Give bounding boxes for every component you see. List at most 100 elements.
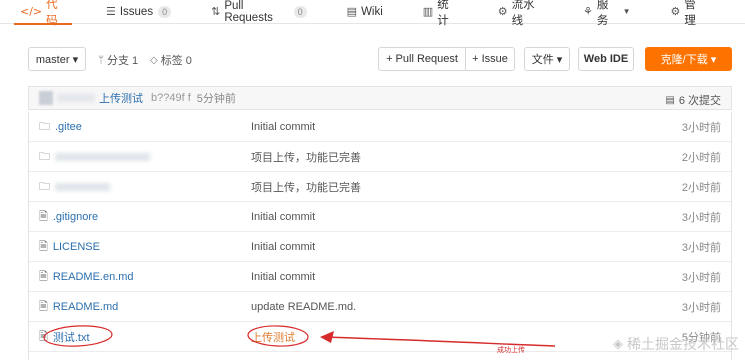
file-commit-message[interactable]: Initial commit bbox=[251, 232, 315, 262]
file-commit-message[interactable]: Initial commit bbox=[251, 112, 315, 142]
file-name: 测试.txt bbox=[52, 332, 90, 344]
file-name: README.en.md bbox=[52, 271, 134, 283]
count-badge: 0 bbox=[293, 5, 307, 18]
tags-link[interactable]: ◇ 标签 0 bbox=[150, 52, 192, 68]
file-time: 3小时前 bbox=[681, 302, 721, 314]
file-name: LICENSE bbox=[52, 241, 100, 253]
file-name: .gitignore bbox=[52, 211, 99, 223]
file-time: 2小时前 bbox=[681, 152, 721, 164]
file-time: 3小时前 bbox=[681, 272, 721, 284]
file-menu-button[interactable]: 文件 ▾ bbox=[524, 47, 570, 71]
repo-toolbar: master ▾ ᛘ 分支 1 ◇ 标签 0 + Pull Request + … bbox=[28, 47, 732, 73]
latest-commit-bar: 上传测试 b??49f f 5分钟前 ▤ 6 次提交 bbox=[28, 86, 732, 110]
table-row: 🗎 .gitignore Initial commit 3小时前 bbox=[29, 202, 731, 232]
clone-download-button[interactable]: 克隆/下载 ▾ bbox=[645, 47, 732, 71]
tab-service[interactable]: ⚘ 服务 ▼ bbox=[583, 0, 631, 27]
file-icon: 🗎 bbox=[39, 329, 48, 343]
file-list: 🗀 .gitee Initial commit 3小时前 🗀 项目上传，功能已完善… bbox=[28, 112, 732, 360]
avatar bbox=[39, 91, 53, 105]
file-commit-message[interactable]: 上传测试 bbox=[251, 322, 295, 352]
commit-hash[interactable]: b??49f f bbox=[151, 92, 191, 104]
code-icon: </> bbox=[20, 5, 43, 18]
tab-stats[interactable]: ▥ 统计 bbox=[422, 0, 458, 27]
table-row: 🗀 .gitee Initial commit 3小时前 bbox=[29, 112, 731, 142]
table-row: 🗎 LICENSE Initial commit 3小时前 bbox=[29, 232, 731, 262]
file-time: 3小时前 bbox=[681, 212, 721, 224]
file-commit-message[interactable]: Initial commit bbox=[251, 202, 315, 232]
file-name-redacted bbox=[55, 183, 110, 191]
new-issue-button[interactable]: + Issue bbox=[465, 47, 515, 71]
table-row: 🗀 项目上传，功能已完善 2小时前 bbox=[29, 142, 731, 172]
watermark: ◈ 稀土掘金技术社区 bbox=[613, 334, 739, 354]
table-row: 🗀 项目上传，功能已完善 2小时前 bbox=[29, 172, 731, 202]
file-name: README.md bbox=[52, 301, 119, 313]
service-icon: ⚘ bbox=[583, 5, 593, 18]
new-pull-request-button[interactable]: + Pull Request bbox=[378, 47, 466, 71]
file-commit-message[interactable]: update README.md. bbox=[251, 292, 356, 322]
file-icon: 🗎 bbox=[39, 239, 48, 253]
watermark-text: 稀土掘金技术社区 bbox=[627, 337, 739, 353]
chevron-down-icon: ▼ bbox=[622, 7, 631, 16]
file-link[interactable]: 🗎 LICENSE bbox=[39, 232, 100, 262]
file-time: 3小时前 bbox=[681, 122, 721, 134]
file-icon: 🗎 bbox=[39, 209, 48, 223]
file-time: 2小时前 bbox=[681, 182, 721, 194]
table-row: 🗎 README.en.md Initial commit 3小时前 bbox=[29, 262, 731, 292]
file-commit-message[interactable]: 项目上传，功能已完善 bbox=[251, 172, 361, 202]
tab-label: 统计 bbox=[437, 0, 449, 27]
branches-link[interactable]: ᛘ 分支 1 bbox=[98, 52, 138, 68]
tab-code[interactable]: </> 代码 bbox=[14, 0, 72, 27]
tab-label: 服务 bbox=[596, 0, 609, 27]
commit-time: 5分钟前 bbox=[196, 93, 236, 105]
author-name bbox=[57, 94, 95, 102]
tab-label: Wiki bbox=[361, 5, 383, 18]
tab-label: 代码 bbox=[46, 0, 58, 27]
tab-pull-requests[interactable]: ⇅ Pull Requests 0 bbox=[211, 0, 307, 24]
file-time: 3小时前 bbox=[681, 242, 721, 254]
file-link[interactable]: 🗀 bbox=[39, 172, 110, 202]
file-link[interactable]: 🗎 README.md bbox=[39, 292, 118, 322]
file-link[interactable]: 🗀 .gitee bbox=[39, 112, 82, 142]
file-icon: 🗎 bbox=[39, 269, 48, 283]
manage-icon: ⚙ bbox=[670, 5, 681, 18]
folder-icon: 🗀 bbox=[39, 149, 50, 163]
tags-label: 标签 0 bbox=[160, 55, 192, 67]
tab-issues[interactable]: ☰ Issues 0 bbox=[106, 0, 172, 24]
history-icon: ▤ bbox=[665, 94, 675, 106]
file-link[interactable]: 🗎 测试.txt bbox=[39, 322, 90, 352]
wiki-icon: ▤ bbox=[346, 5, 358, 18]
juejin-logo-icon: ◈ bbox=[613, 336, 623, 352]
repo-tabs: </> 代码 ☰ Issues 0 ⇅ Pull Requests 0 ▤ Wi… bbox=[0, 0, 745, 27]
branches-label: 分支 1 bbox=[107, 55, 139, 67]
pipeline-icon: ⚙ bbox=[497, 5, 508, 18]
commit-count-link[interactable]: ▤ 6 次提交 bbox=[665, 92, 721, 108]
folder-icon: 🗀 bbox=[39, 119, 50, 133]
tab-label: 管理 bbox=[684, 0, 696, 27]
file-link[interactable]: 🗎 .gitignore bbox=[39, 202, 98, 232]
commit-message[interactable]: 上传测试 bbox=[99, 90, 143, 106]
branch-icon: ᛘ bbox=[98, 54, 104, 66]
count-badge: 0 bbox=[158, 5, 172, 18]
branch-select[interactable]: master ▾ bbox=[28, 47, 86, 71]
file-commit-message[interactable]: 项目上传，功能已完善 bbox=[251, 142, 361, 172]
tab-label: Issues bbox=[119, 5, 154, 18]
web-ide-button[interactable]: Web IDE bbox=[578, 47, 634, 71]
file-link[interactable]: 🗎 README.en.md bbox=[39, 262, 134, 292]
tab-wiki[interactable]: ▤ Wiki bbox=[347, 0, 383, 24]
tag-icon: ◇ bbox=[150, 54, 158, 66]
tab-pipeline[interactable]: ⚙ 流水线 bbox=[497, 0, 543, 27]
tab-manage[interactable]: ⚙ 管理 bbox=[670, 0, 705, 27]
file-link[interactable]: 🗀 bbox=[39, 142, 150, 172]
file-name-redacted bbox=[55, 153, 150, 161]
folder-icon: 🗀 bbox=[39, 179, 50, 193]
tab-label: 流水线 bbox=[511, 0, 535, 27]
commit-count: 6 次提交 bbox=[678, 95, 721, 107]
file-icon: 🗎 bbox=[39, 299, 48, 313]
file-commit-message[interactable]: Initial commit bbox=[251, 262, 315, 292]
file-name: .gitee bbox=[55, 121, 82, 133]
tab-label: Pull Requests bbox=[224, 0, 273, 24]
annotation-label: 成功上传 bbox=[497, 346, 525, 354]
table-row: 🗎 README.md update README.md. 3小时前 bbox=[29, 292, 731, 322]
pull-request-icon: ⇅ bbox=[211, 5, 221, 18]
stats-icon: ▥ bbox=[422, 5, 434, 18]
